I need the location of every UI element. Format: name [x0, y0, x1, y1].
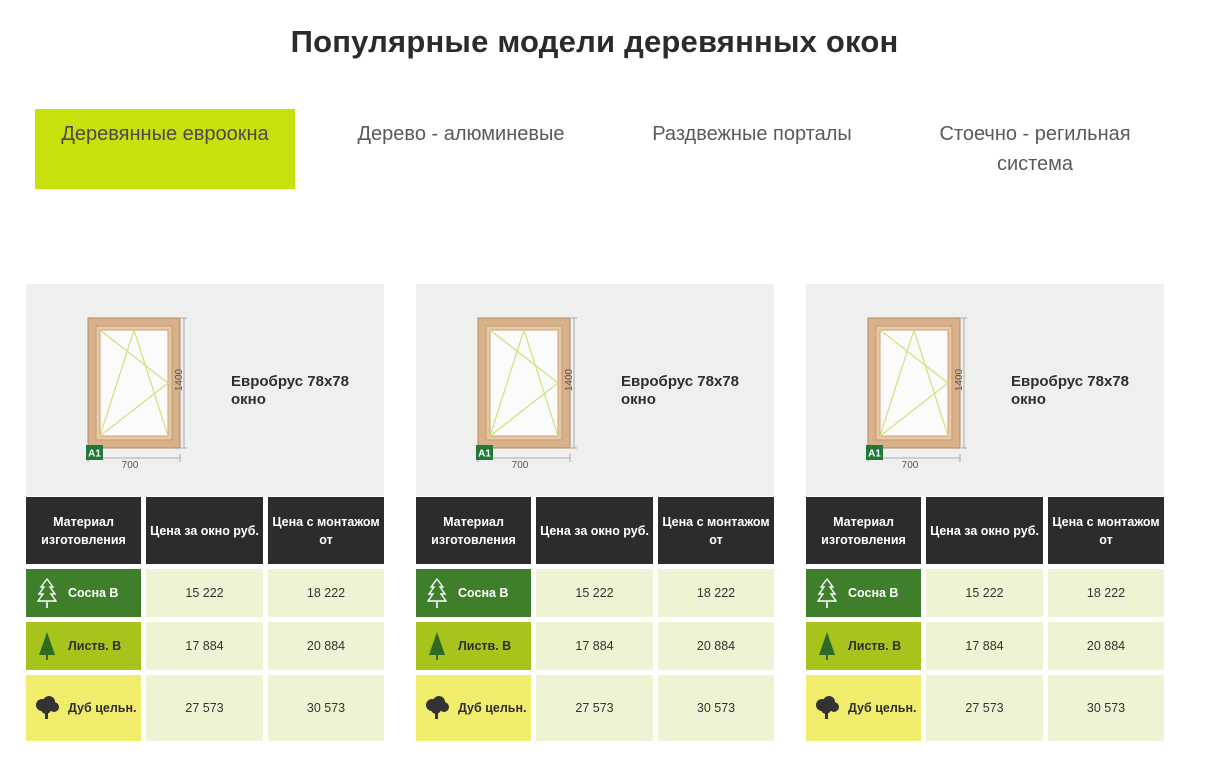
price-cell: 17 884 [146, 622, 263, 670]
material-label: Листв. В [68, 638, 122, 653]
header-price: Цена за окно руб. [536, 497, 653, 564]
window-model-name: Евробрус 78x78 [621, 373, 739, 390]
price-install-cell: 20 884 [658, 622, 774, 670]
header-material: Материал изготовления [806, 497, 921, 564]
material-pine: Сосна В [416, 569, 531, 617]
price-install-cell: 30 573 [1048, 675, 1164, 741]
tab-post-beam-system[interactable]: Стоечно - регильная система [905, 109, 1165, 189]
price-cell: 15 222 [536, 569, 653, 617]
window-drawing: A1 1400 700 [86, 317, 187, 471]
window-model-type: окно [621, 391, 656, 408]
material-pine: Сосна В [26, 569, 141, 617]
tab-wooden-euro-windows[interactable]: Деревянные евроокна [35, 109, 295, 189]
price-cell: 17 884 [536, 622, 653, 670]
price-cell: 27 573 [146, 675, 263, 741]
material-label: Сосна В [68, 585, 119, 600]
oak-tree-icon [34, 691, 60, 725]
price-install-cell: 20 884 [1048, 622, 1164, 670]
window-model-name: Евробрус 78x78 [1011, 373, 1129, 390]
oak-tree-icon [424, 691, 450, 725]
material-label: Дуб цельн. [458, 700, 527, 715]
header-price-install: Цена с монтажом от [1048, 497, 1164, 564]
width-dimension-label: 700 [512, 460, 529, 471]
window-badge: A1 [478, 449, 491, 460]
larch-tree-icon [814, 629, 840, 663]
window-card-image-area: A1 1400 700 Евробрус 78x78 окно [806, 284, 1164, 496]
material-larch: Листв. В [416, 622, 531, 670]
larch-tree-icon [34, 629, 60, 663]
tab-sliding-portals[interactable]: Раздвежные порталы [622, 109, 882, 189]
material-label: Листв. В [458, 638, 512, 653]
window-card: A1 1400 700 Евробрус 78x78 окно Материал… [806, 284, 1166, 742]
window-model-name: Евробрус 78x78 [231, 373, 349, 390]
pine-tree-icon [34, 576, 60, 610]
height-dimension-label: 1400 [174, 368, 185, 391]
window-card-image-area: A1 1400 700 Евробрус 78x78 окно [26, 284, 384, 496]
material-label: Дуб цельн. [848, 700, 917, 715]
pine-tree-icon [814, 576, 840, 610]
window-model-title: Евробрус 78x78 окно [1011, 373, 1161, 409]
window-card-image-area: A1 1400 700 Евробрус 78x78 окно [416, 284, 774, 496]
window-badge: A1 [88, 449, 101, 460]
oak-tree-icon [814, 691, 840, 725]
price-install-cell: 18 222 [1048, 569, 1164, 617]
window-badge: A1 [868, 449, 881, 460]
window-drawing: A1 1400 700 [866, 317, 967, 471]
header-price: Цена за окно руб. [926, 497, 1043, 564]
header-price-install: Цена с монтажом от [658, 497, 774, 564]
window-model-type: окно [1011, 391, 1046, 408]
price-cell: 15 222 [926, 569, 1043, 617]
material-label: Дуб цельн. [68, 700, 137, 715]
header-material: Материал изготовления [26, 497, 141, 564]
price-cell: 27 573 [536, 675, 653, 741]
material-oak: Дуб цельн. [416, 675, 531, 741]
material-larch: Листв. В [806, 622, 921, 670]
window-model-title: Евробрус 78x78 окно [231, 373, 381, 409]
width-dimension-label: 700 [122, 460, 139, 471]
price-install-cell: 18 222 [268, 569, 384, 617]
material-label: Листв. В [848, 638, 902, 653]
material-label: Сосна В [458, 585, 509, 600]
larch-tree-icon [424, 629, 450, 663]
price-install-cell: 20 884 [268, 622, 384, 670]
header-price-install: Цена с монтажом от [268, 497, 384, 564]
header-price: Цена за окно руб. [146, 497, 263, 564]
material-oak: Дуб цельн. [806, 675, 921, 741]
height-dimension-label: 1400 [954, 368, 965, 391]
tab-wood-aluminium[interactable]: Дерево - алюминевые [331, 109, 591, 189]
window-model-title: Евробрус 78x78 окно [621, 373, 771, 409]
price-cell: 27 573 [926, 675, 1043, 741]
price-cell: 15 222 [146, 569, 263, 617]
page-title: Популярные модели деревянных окон [290, 24, 899, 59]
price-install-cell: 30 573 [268, 675, 384, 741]
height-dimension-label: 1400 [564, 368, 575, 391]
window-card: A1 1400 700 Евробрус 78x78 окно Материал… [26, 284, 386, 742]
price-install-cell: 18 222 [658, 569, 774, 617]
material-oak: Дуб цельн. [26, 675, 141, 741]
material-label: Сосна В [848, 585, 899, 600]
pine-tree-icon [424, 576, 450, 610]
price-install-cell: 30 573 [658, 675, 774, 741]
material-larch: Листв. В [26, 622, 141, 670]
window-model-type: окно [231, 391, 266, 408]
header-material: Материал изготовления [416, 497, 531, 564]
material-pine: Сосна В [806, 569, 921, 617]
window-card: A1 1400 700 Евробрус 78x78 окно Материал… [416, 284, 776, 742]
width-dimension-label: 700 [902, 460, 919, 471]
window-drawing: A1 1400 700 [476, 317, 577, 471]
price-cell: 17 884 [926, 622, 1043, 670]
